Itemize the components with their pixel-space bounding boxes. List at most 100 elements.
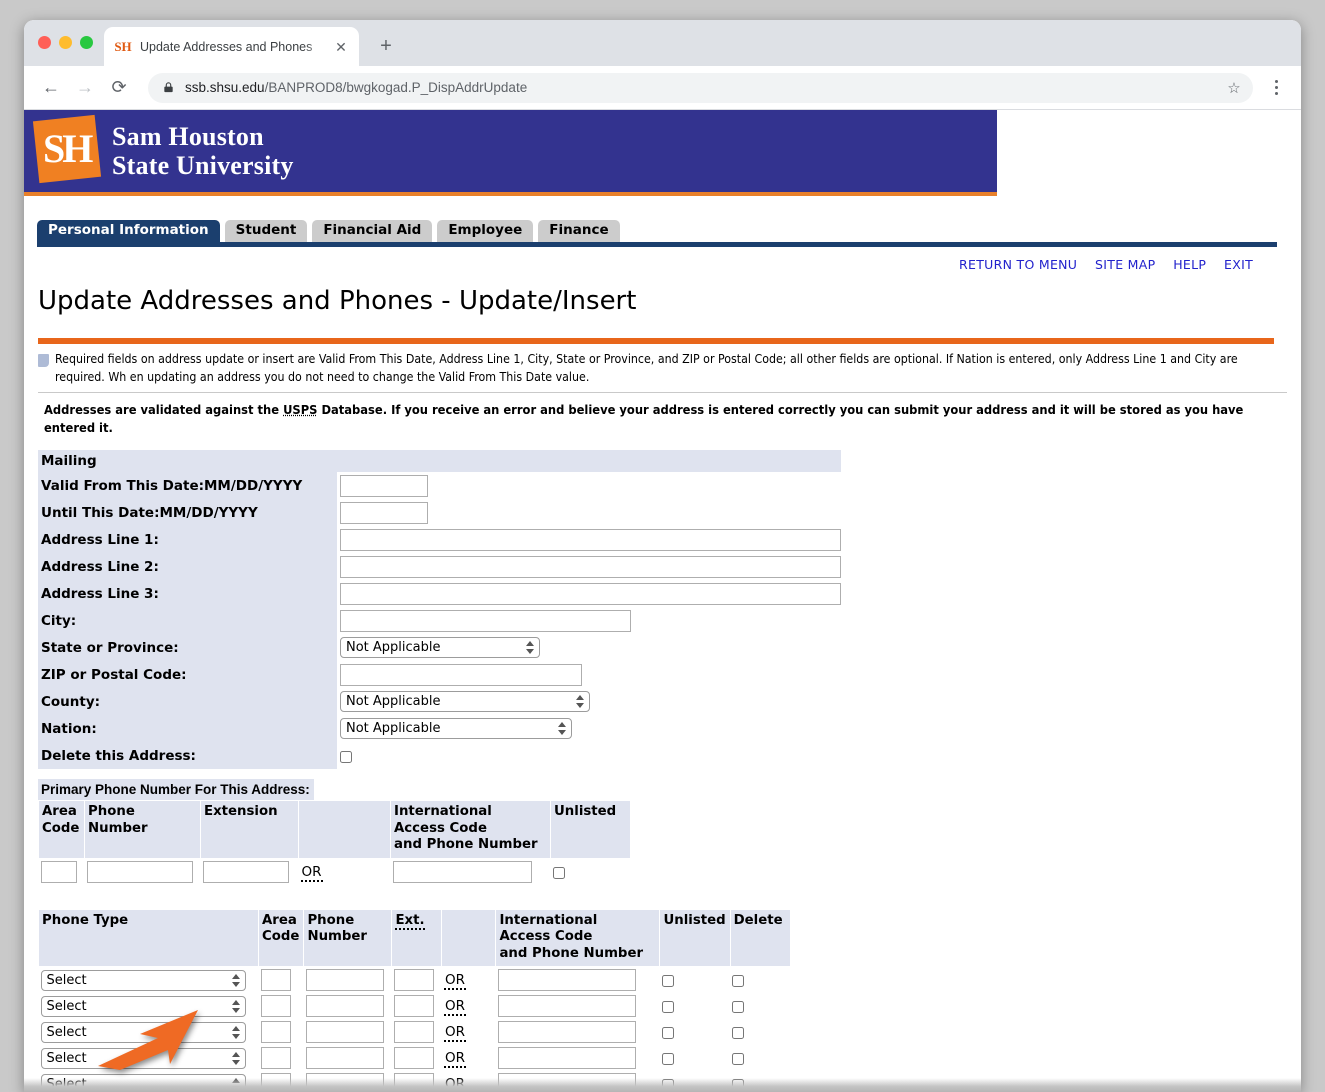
cell-primary-international [391, 858, 551, 885]
city-input[interactable] [340, 610, 631, 632]
primary-unlisted-checkbox[interactable] [553, 867, 565, 879]
col-label: Phone Type [42, 913, 128, 928]
ext-input[interactable] [394, 1047, 434, 1069]
phone-type-select[interactable]: Select [41, 1048, 246, 1069]
label-address-line-1: Address Line 1: [38, 526, 337, 553]
link-help[interactable]: HELP [1173, 257, 1206, 272]
cell-area-code [259, 967, 304, 994]
cell-primary-unlisted [551, 858, 631, 885]
ext-input[interactable] [394, 1021, 434, 1043]
browser-menu-icon[interactable] [1263, 80, 1289, 95]
table-header-row: Area Code Phone Number Extension Interna… [39, 801, 631, 859]
area-code-input[interactable] [261, 1047, 291, 1069]
ext-input[interactable] [394, 995, 434, 1017]
unlisted-checkbox[interactable] [662, 1001, 674, 1013]
cell-international [496, 967, 660, 994]
nation-select[interactable]: Not Applicable [340, 718, 572, 739]
state-or-province-select[interactable]: Not Applicable [340, 637, 540, 658]
label-city: City: [38, 607, 337, 634]
link-return-to-menu[interactable]: RETURN TO MENU [959, 257, 1077, 272]
tab-employee[interactable]: Employee [437, 220, 533, 242]
or-label: OR [444, 1024, 466, 1042]
label-until-date: Until This Date:MM/DD/YYYY [38, 499, 337, 526]
field-address-line-2-cell [337, 553, 841, 580]
cell-phone-type: Select [39, 967, 259, 994]
link-site-map[interactable]: SITE MAP [1095, 257, 1155, 272]
zip-or-postal-code-input[interactable] [340, 664, 582, 686]
table-row: SelectOR [39, 1045, 791, 1071]
international-input[interactable] [498, 1021, 636, 1043]
close-window-button[interactable] [38, 36, 51, 49]
address-line-2-input[interactable] [340, 556, 841, 578]
field-state-cell: Not Applicable [337, 634, 841, 661]
delete-checkbox[interactable] [732, 1053, 744, 1065]
valid-from-date-input[interactable] [340, 475, 428, 497]
state-select-wrap: Not Applicable [340, 637, 540, 658]
cell-primary-area-code [39, 858, 85, 885]
link-exit[interactable]: EXIT [1224, 257, 1253, 272]
area-code-input[interactable] [261, 1021, 291, 1043]
tab-student[interactable]: Student [225, 220, 308, 242]
browser-toolbar: ← → ⟳ ssb.shsu.edu/BANPROD8/bwgkogad.P_D… [24, 66, 1301, 110]
cell-phone-type: Select [39, 993, 259, 1019]
browser-tab[interactable]: SH Update Addresses and Phones ✕ [104, 27, 359, 66]
address-bar[interactable]: ssb.shsu.edu/BANPROD8/bwgkogad.P_DispAdd… [148, 73, 1253, 103]
label-address-line-3: Address Line 3: [38, 580, 337, 607]
maximize-window-button[interactable] [80, 36, 93, 49]
col-label: Extension [204, 804, 278, 819]
unlisted-checkbox[interactable] [662, 1027, 674, 1039]
cell-ext [392, 993, 442, 1019]
phone-number-input[interactable] [306, 995, 384, 1017]
back-icon[interactable]: ← [36, 73, 66, 103]
table-row: Address Line 1: [38, 526, 841, 553]
cell-or: OR [442, 1019, 496, 1045]
phone-number-input[interactable] [306, 969, 384, 991]
phone-type-select[interactable]: Select [41, 1022, 246, 1043]
table-row: Address Line 2: [38, 553, 841, 580]
cell-area-code [259, 1045, 304, 1071]
phone-type-select[interactable]: Select [41, 996, 246, 1017]
phone-rows-body: SelectORSelectORSelectORSelectORSelectOR [39, 967, 791, 1092]
col-primary-extension: Extension [201, 801, 299, 859]
tab-financial-aid[interactable]: Financial Aid [312, 220, 432, 242]
area-code-input[interactable] [261, 969, 291, 991]
close-tab-icon[interactable]: ✕ [333, 39, 349, 55]
international-input[interactable] [498, 969, 636, 991]
cell-unlisted [660, 967, 730, 994]
tab-finance[interactable]: Finance [538, 220, 619, 242]
primary-international-input[interactable] [393, 861, 532, 883]
phone-number-input[interactable] [306, 1047, 384, 1069]
primary-area-code-input[interactable] [41, 861, 77, 883]
delete-checkbox[interactable] [732, 975, 744, 987]
address-line-3-input[interactable] [340, 583, 841, 605]
col-primary-unlisted: Unlisted [551, 801, 631, 859]
county-select[interactable]: Not Applicable [340, 691, 590, 712]
delete-this-address-checkbox[interactable] [340, 751, 352, 763]
until-date-input[interactable] [340, 502, 428, 524]
delete-checkbox[interactable] [732, 1027, 744, 1039]
reload-icon[interactable]: ⟳ [104, 73, 134, 103]
phone-number-input[interactable] [306, 1021, 384, 1043]
primary-phone-number-input[interactable] [87, 861, 193, 883]
unlisted-checkbox[interactable] [662, 1053, 674, 1065]
phone-type-select[interactable]: Select [41, 970, 246, 991]
international-input[interactable] [498, 1047, 636, 1069]
col-label: Area Code [262, 913, 299, 945]
new-tab-icon[interactable]: + [374, 35, 398, 59]
ext-input[interactable] [394, 969, 434, 991]
logo-line-2: State University [112, 151, 294, 180]
area-code-input[interactable] [261, 995, 291, 1017]
address-line-1-input[interactable] [340, 529, 841, 551]
field-nation-cell: Not Applicable [337, 715, 841, 742]
tab-personal-information[interactable]: Personal Information [37, 220, 220, 242]
minimize-window-button[interactable] [59, 36, 72, 49]
unlisted-checkbox[interactable] [662, 975, 674, 987]
primary-extension-input[interactable] [203, 861, 289, 883]
cell-primary-or: OR [299, 858, 391, 885]
cell-phone-type: Select [39, 1019, 259, 1045]
forward-icon[interactable]: → [70, 73, 100, 103]
delete-checkbox[interactable] [732, 1001, 744, 1013]
col-phone-type: Phone Type [39, 909, 259, 967]
bookmark-star-icon[interactable]: ☆ [1221, 75, 1247, 101]
international-input[interactable] [498, 995, 636, 1017]
